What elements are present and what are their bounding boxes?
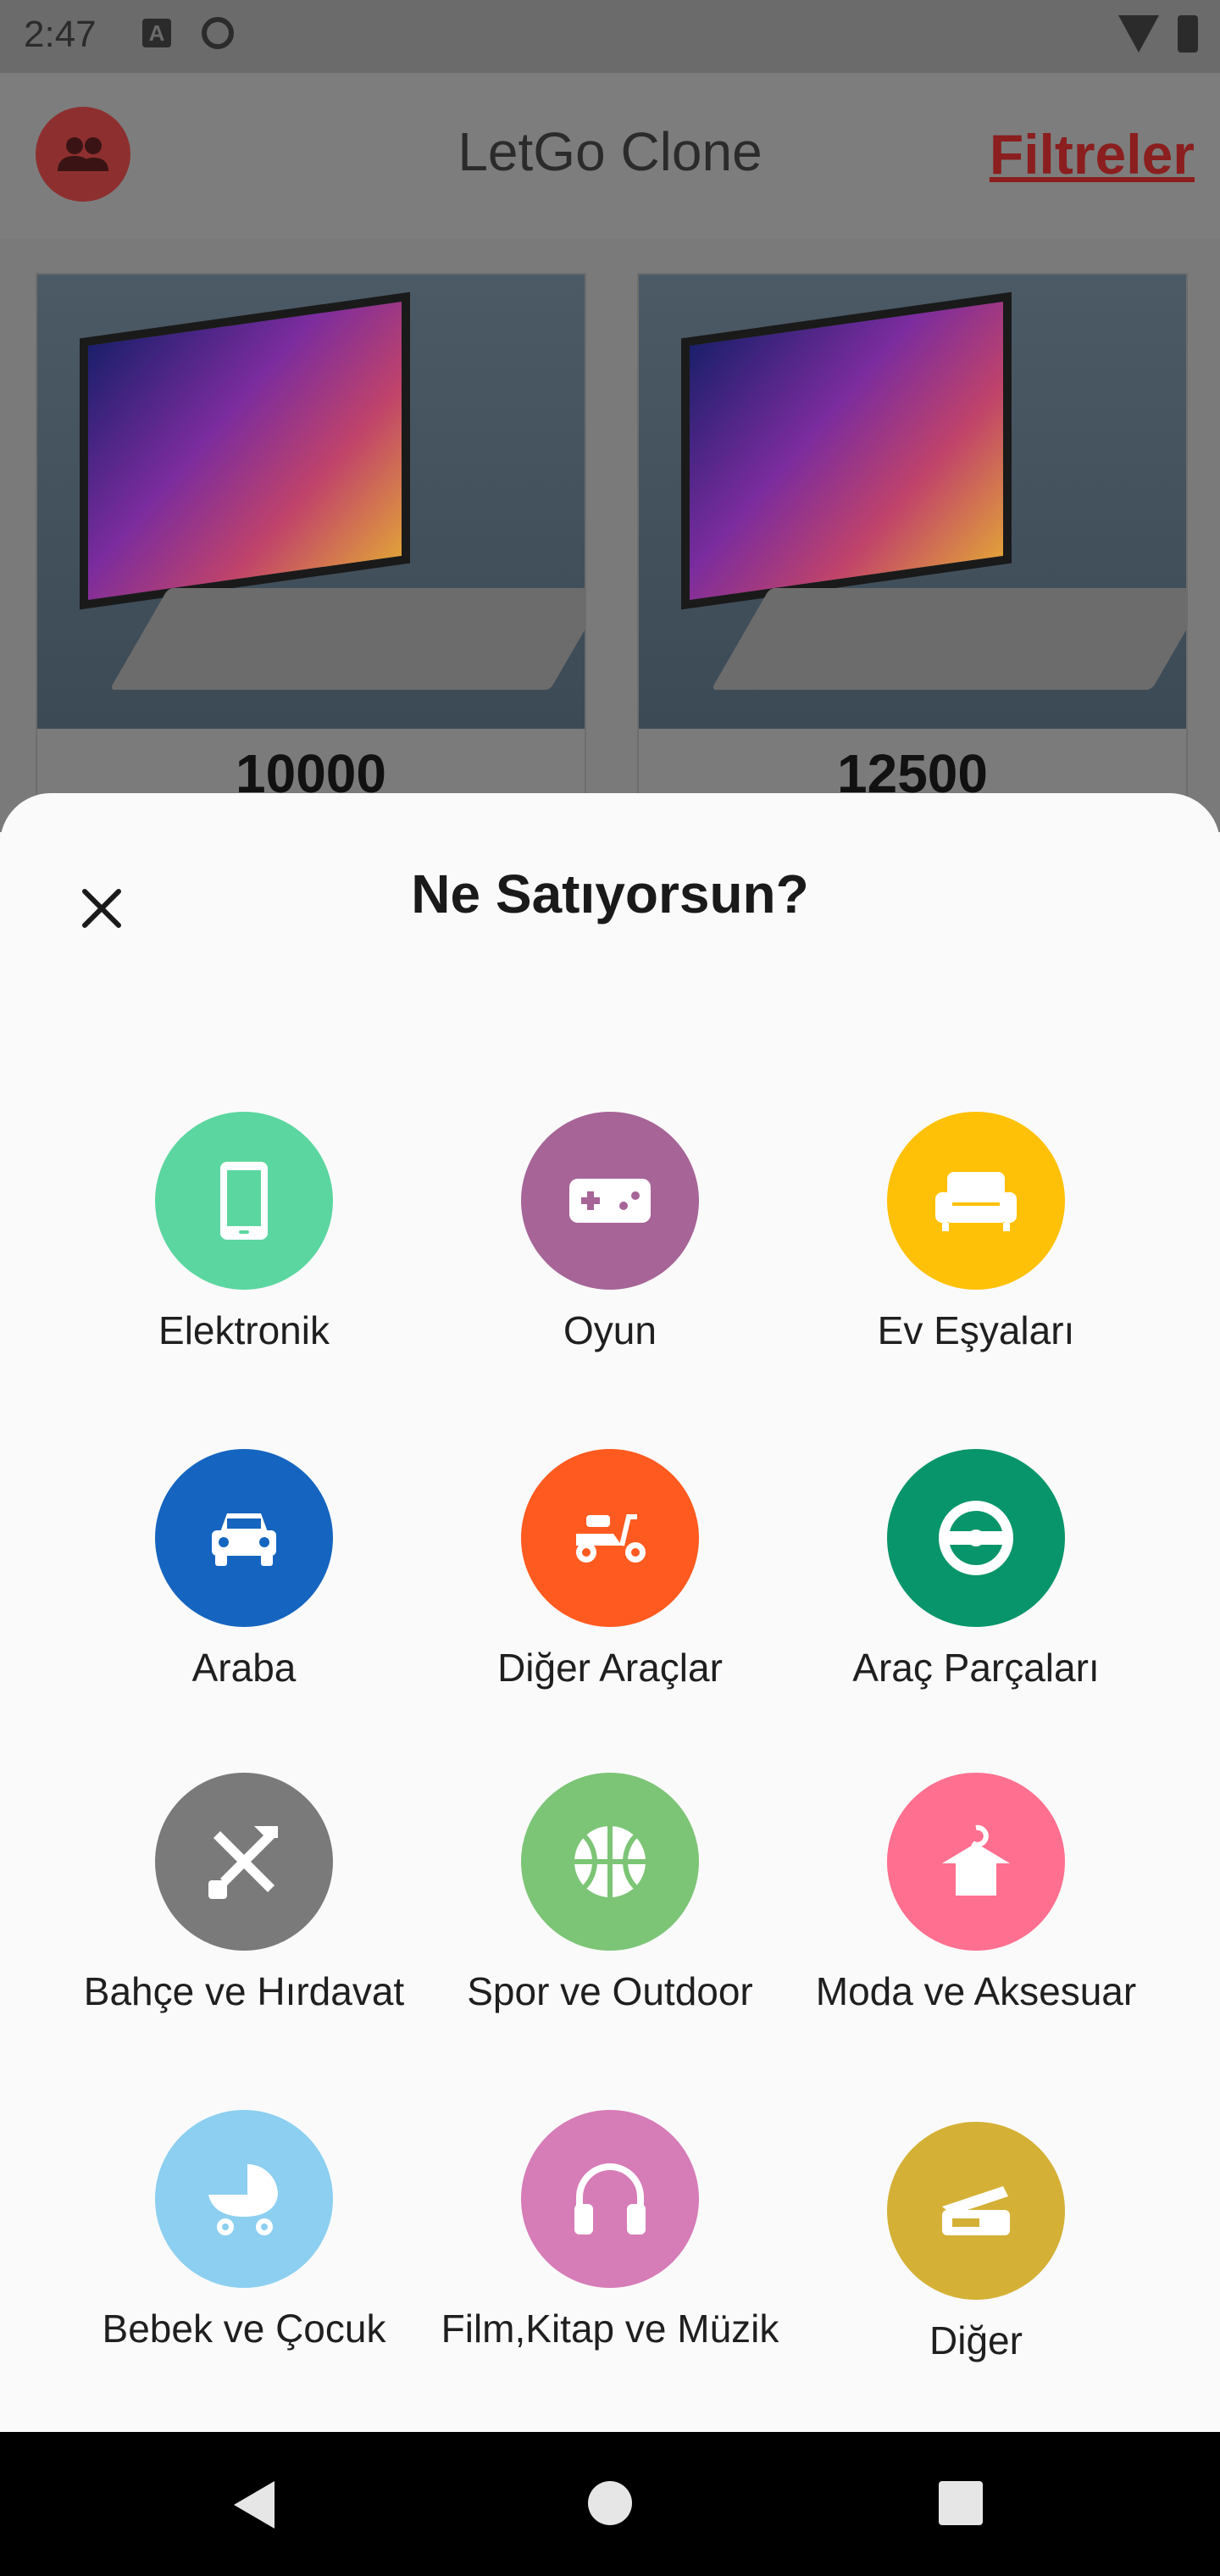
a-icon: A	[142, 19, 171, 47]
phone-icon	[220, 1162, 268, 1240]
product-photo	[37, 275, 585, 729]
category-elektronik[interactable]: Elektronik	[61, 1112, 427, 1354]
category-ev-esyalari[interactable]: Ev Eşyaları	[793, 1112, 1159, 1354]
category-bahce-hirdavat[interactable]: Bahçe ve Hırdavat	[61, 1773, 427, 2015]
category-label: Elektronik	[158, 1308, 330, 1352]
category-film-kitap-muzik[interactable]: Film,Kitap ve Müzik	[427, 2110, 793, 2352]
product-card[interactable]: 12500	[637, 273, 1188, 836]
category-araba[interactable]: Araba	[61, 1449, 427, 1691]
category-icon-bg	[887, 2122, 1065, 2300]
home-icon[interactable]	[588, 2481, 632, 2525]
tools-icon	[208, 1826, 278, 1899]
sync-icon	[202, 17, 234, 49]
category-icon-bg	[887, 1112, 1065, 1290]
category-label: Diğer Araçlar	[497, 1646, 723, 1690]
category-icon-bg	[155, 1773, 333, 1951]
category-icon-bg	[887, 1773, 1065, 1951]
category-sheet: Ne Satıyorsun? Elektronik Oyun Ev Eşyala…	[0, 793, 1220, 2432]
other-icon	[942, 2186, 1010, 2235]
battery-icon	[1178, 15, 1198, 53]
category-moda-aksesuar[interactable]: Moda ve Aksesuar	[793, 1773, 1159, 2015]
sheet-title: Ne Satıyorsun?	[411, 863, 809, 924]
category-label: Diğer	[929, 2318, 1023, 2362]
headphones-icon	[574, 2163, 646, 2235]
category-label: Araba	[191, 1646, 297, 1690]
filters-link[interactable]: Filtreler	[990, 122, 1195, 186]
category-diger-araclar[interactable]: Diğer Araçlar	[427, 1449, 793, 1691]
back-icon[interactable]	[234, 2481, 274, 2529]
wifi-icon	[1118, 15, 1159, 53]
sofa-icon	[935, 1172, 1017, 1231]
navigation-bar	[0, 2432, 1220, 2576]
category-icon-bg	[521, 1112, 699, 1290]
laptop-image	[80, 291, 410, 610]
category-diger[interactable]: Diğer	[793, 2122, 1159, 2364]
app-bar: LetGo Clone Filtreler	[0, 73, 1220, 239]
category-icon-bg	[155, 1112, 333, 1290]
category-icon-bg	[521, 2110, 699, 2288]
category-arac-parcalari[interactable]: Araç Parçaları	[793, 1449, 1159, 1691]
laptop-keyboard	[109, 588, 585, 690]
laptop-keyboard	[711, 588, 1186, 690]
category-icon-bg	[521, 1449, 699, 1627]
category-label: Bahçe ve Hırdavat	[83, 1969, 405, 2013]
category-label: Bebek ve Çocuk	[102, 2307, 386, 2351]
product-card[interactable]: 10000	[36, 273, 586, 836]
category-icon-bg	[155, 2110, 333, 2288]
product-photo	[639, 275, 1186, 729]
category-bebek-cocuk[interactable]: Bebek ve Çocuk	[61, 2110, 427, 2352]
category-icon-bg	[521, 1773, 699, 1951]
category-label: Araç Parçaları	[852, 1646, 1100, 1690]
status-time: 2:47	[24, 14, 97, 55]
laptop-image	[681, 291, 1012, 610]
recents-icon[interactable]	[939, 2481, 983, 2525]
car-icon	[212, 1513, 276, 1566]
ball-icon	[574, 1826, 646, 1897]
category-label: Moda ve Aksesuar	[815, 1969, 1137, 2013]
category-label: Oyun	[563, 1308, 657, 1352]
category-label: Ev Eşyaları	[877, 1308, 1075, 1352]
hanger-icon	[942, 1824, 1010, 1896]
category-spor-outdoor[interactable]: Spor ve Outdoor	[427, 1773, 793, 2015]
scooter-icon	[576, 1514, 646, 1563]
category-icon-bg	[887, 1449, 1065, 1627]
category-oyun[interactable]: Oyun	[427, 1112, 793, 1354]
category-label: Spor ve Outdoor	[467, 1969, 753, 2013]
category-label: Film,Kitap ve Müzik	[441, 2307, 779, 2351]
stroller-icon	[208, 2164, 278, 2235]
gamepad-icon	[569, 1179, 651, 1223]
category-icon-bg	[155, 1449, 333, 1627]
status-bar: 2:47 A	[0, 0, 1220, 73]
status-icons	[1118, 15, 1198, 53]
steering-icon	[939, 1501, 1013, 1575]
